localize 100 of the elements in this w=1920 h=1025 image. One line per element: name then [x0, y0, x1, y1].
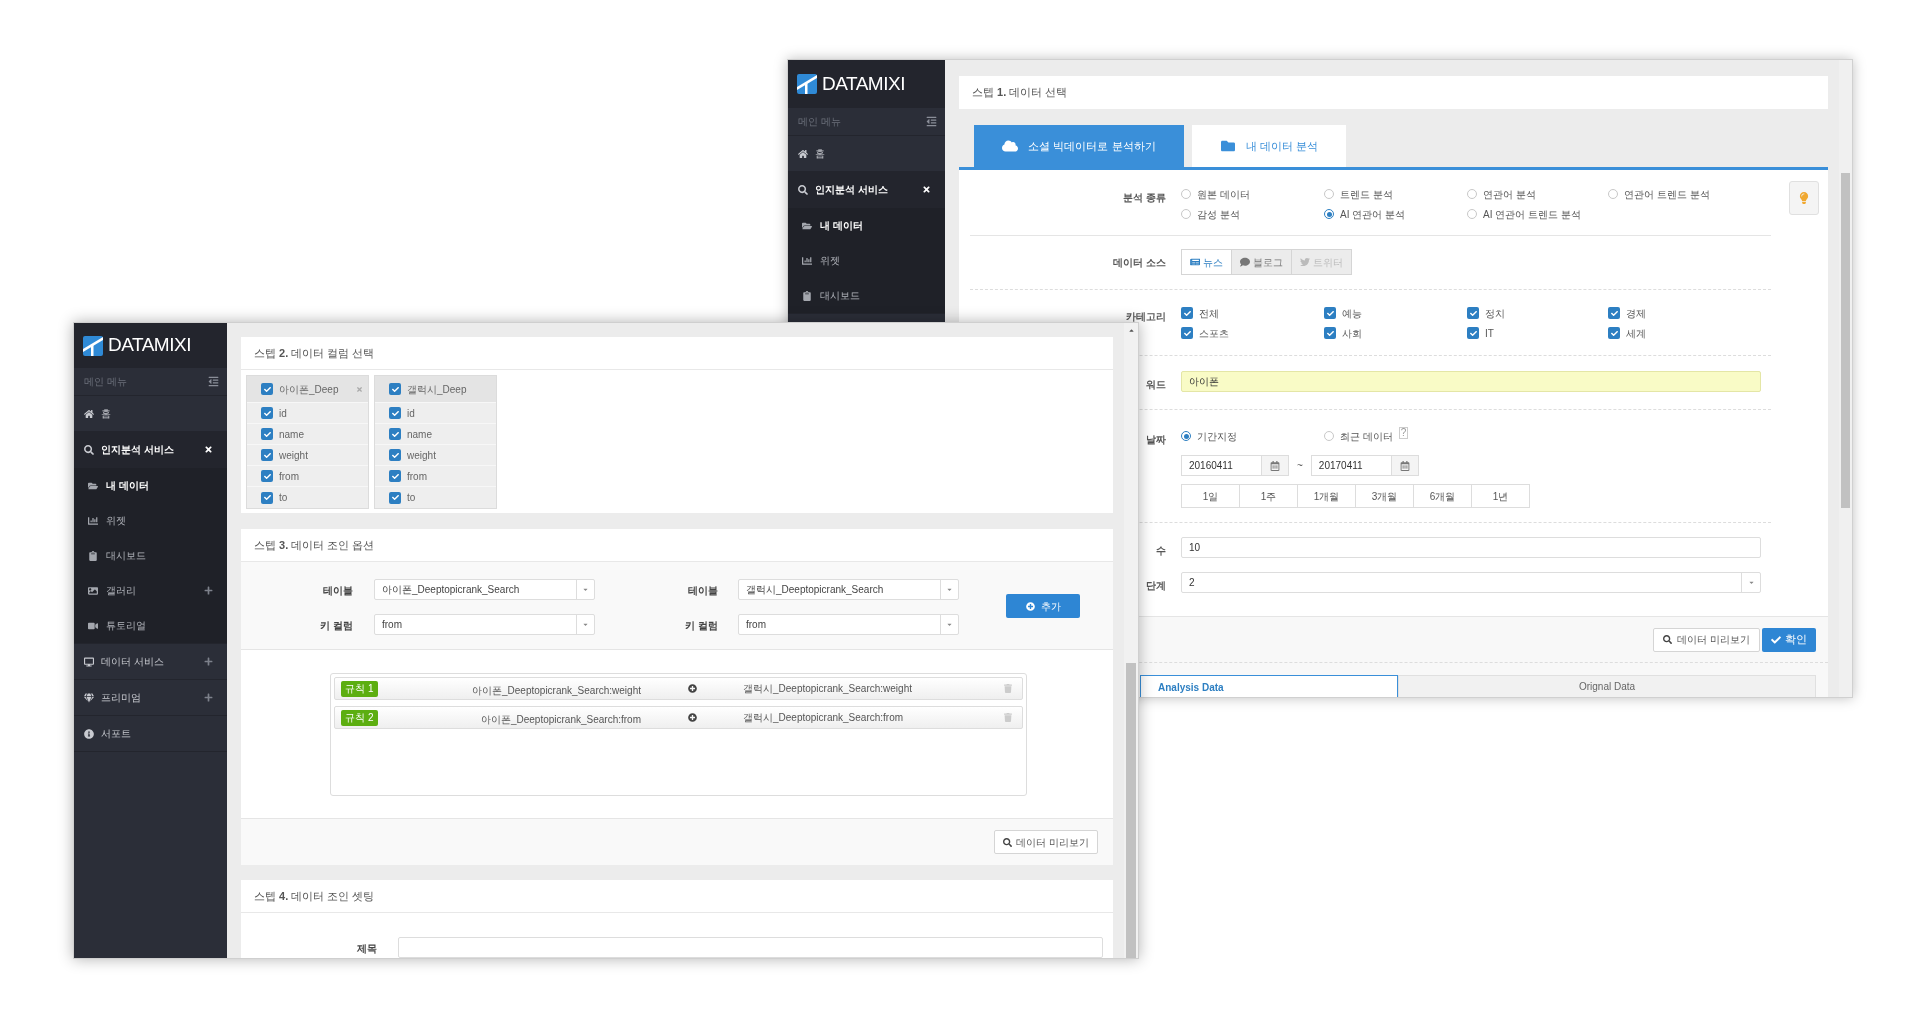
radio-button[interactable]	[1181, 431, 1191, 441]
plus-icon[interactable]	[204, 657, 213, 666]
check-icon	[1610, 309, 1618, 317]
checkbox[interactable]	[1181, 327, 1193, 339]
date-field[interactable]: 20170411	[1310, 455, 1392, 476]
calendar-icon	[1399, 460, 1410, 471]
sidebar-subitem[interactable]: 내 데이터	[788, 208, 945, 243]
checkbox[interactable]	[261, 428, 273, 440]
period-button[interactable]: 1일	[1181, 484, 1240, 508]
checkbox[interactable]	[1181, 307, 1193, 319]
calendar-button[interactable]	[1390, 455, 1419, 476]
scroll-up-icon[interactable]	[1127, 327, 1135, 334]
step-select[interactable]: 2	[1181, 572, 1761, 593]
checkbox[interactable]	[1324, 327, 1336, 339]
sidebar-subitem[interactable]: 갤러리	[74, 573, 227, 608]
info-icon	[84, 728, 94, 739]
table-select[interactable]: 아이폰_Deeptopicrank_Search	[374, 578, 595, 600]
option-label: 최근 데이터	[1340, 429, 1393, 444]
checkbox[interactable]	[1324, 307, 1336, 319]
close-icon[interactable]	[922, 185, 931, 194]
checkbox[interactable]	[261, 407, 273, 419]
step-title: 스텝 2. 데이터 컬럼 선택	[254, 345, 375, 361]
check-icon	[391, 430, 399, 438]
checkbox[interactable]	[261, 383, 273, 395]
checkbox[interactable]	[1608, 307, 1620, 319]
field-label: 워드	[1146, 379, 1166, 390]
scrollbar-thumb[interactable]	[1126, 663, 1136, 958]
column-select[interactable]: from	[374, 613, 595, 635]
check-icon	[263, 385, 271, 393]
range-separator: ~	[1297, 459, 1303, 473]
menu-collapse-icon[interactable]	[926, 116, 937, 127]
checkbox[interactable]	[389, 449, 401, 461]
period-button[interactable]: 3개월	[1355, 484, 1414, 508]
checkbox[interactable]	[1467, 327, 1479, 339]
plus-icon[interactable]	[204, 693, 213, 702]
title-field[interactable]	[398, 936, 1103, 958]
logo-text: DATAMIXI	[108, 333, 191, 358]
radio-button[interactable]	[1324, 209, 1334, 219]
home-icon	[84, 408, 94, 419]
sidebar-subitem[interactable]: 튜토리얼	[74, 608, 227, 643]
checkbox[interactable]	[389, 407, 401, 419]
radio-button[interactable]	[1324, 431, 1334, 441]
rule-tag: 규칙 2	[341, 709, 378, 726]
radio-button[interactable]	[1181, 209, 1191, 219]
sidebar-subitem[interactable]: 대시보드	[788, 278, 945, 313]
checkbox[interactable]	[389, 470, 401, 482]
checkbox[interactable]	[1608, 327, 1620, 339]
preview-button[interactable]: 데이터 미리보기	[994, 830, 1098, 854]
keyword-field[interactable]: 아이폰	[1181, 371, 1761, 392]
source-button[interactable]: 블로그	[1231, 249, 1292, 275]
confirm-button[interactable]: 확인	[1762, 627, 1816, 652]
tab[interactable]: 내 데이터 분석	[1192, 125, 1346, 167]
date-field[interactable]: 20160411	[1181, 455, 1262, 476]
column-name: id	[407, 406, 415, 421]
step-title: 스텝 3. 데이터 조인 옵션	[254, 537, 375, 553]
close-icon[interactable]	[204, 445, 213, 454]
step-title: 스텝 4. 데이터 조인 셋팅	[254, 888, 375, 904]
check-icon	[263, 494, 271, 501]
sidebar-item[interactable]: 인지분석 서비스	[788, 172, 945, 208]
sidebar-subitem[interactable]: 위젯	[74, 503, 227, 538]
checkbox[interactable]	[389, 491, 401, 504]
period-button[interactable]: 1개월	[1297, 484, 1356, 508]
check-icon	[1771, 634, 1781, 645]
sidebar-subitem[interactable]: 대시보드	[74, 538, 227, 573]
table-select[interactable]: 갤럭시_Deeptopicrank_Search	[738, 578, 959, 600]
sidebar-subitem[interactable]: 위젯	[788, 243, 945, 278]
radio-button[interactable]	[1467, 209, 1477, 219]
radio-button[interactable]	[1608, 189, 1618, 199]
plus-icon[interactable]	[204, 586, 213, 595]
field-label: 수	[1156, 545, 1166, 556]
field-label: 분석 종류	[1123, 192, 1166, 203]
count-field[interactable]: 10	[1181, 537, 1761, 558]
period-button[interactable]: 1주	[1239, 484, 1298, 508]
checkbox[interactable]	[389, 383, 401, 395]
period-button[interactable]: 6개월	[1413, 484, 1472, 508]
tab[interactable]: Orignal Data	[1398, 675, 1816, 697]
gem-icon	[84, 692, 94, 703]
preview-button[interactable]: 데이터 미리보기	[1653, 627, 1760, 652]
sidebar-subitem[interactable]: 내 데이터	[74, 468, 227, 503]
period-button[interactable]: 1년	[1471, 484, 1530, 508]
tab[interactable]: Analysis Data	[1140, 675, 1398, 697]
checkbox[interactable]	[261, 491, 273, 504]
menu-collapse-icon[interactable]	[208, 376, 219, 387]
menu-heading: 메인 메뉴	[84, 375, 127, 389]
field-label: 제목	[357, 943, 377, 954]
column-name: name	[279, 427, 304, 442]
radio-button[interactable]	[1467, 189, 1477, 199]
checkbox[interactable]	[1467, 307, 1479, 319]
scrollbar-thumb[interactable]	[1841, 173, 1850, 508]
column-select[interactable]: from	[738, 613, 959, 635]
checkbox[interactable]	[261, 449, 273, 461]
radio-button[interactable]	[1324, 189, 1334, 199]
checkbox[interactable]	[389, 428, 401, 440]
add-button[interactable]: 추가	[1006, 594, 1080, 618]
checkbox[interactable]	[261, 470, 273, 482]
source-button[interactable]: 뉴스	[1181, 249, 1232, 275]
sidebar-item[interactable]: 인지분석 서비스	[74, 432, 227, 468]
check-icon	[1610, 329, 1618, 337]
calendar-button[interactable]	[1261, 455, 1289, 476]
radio-button[interactable]	[1181, 189, 1191, 199]
